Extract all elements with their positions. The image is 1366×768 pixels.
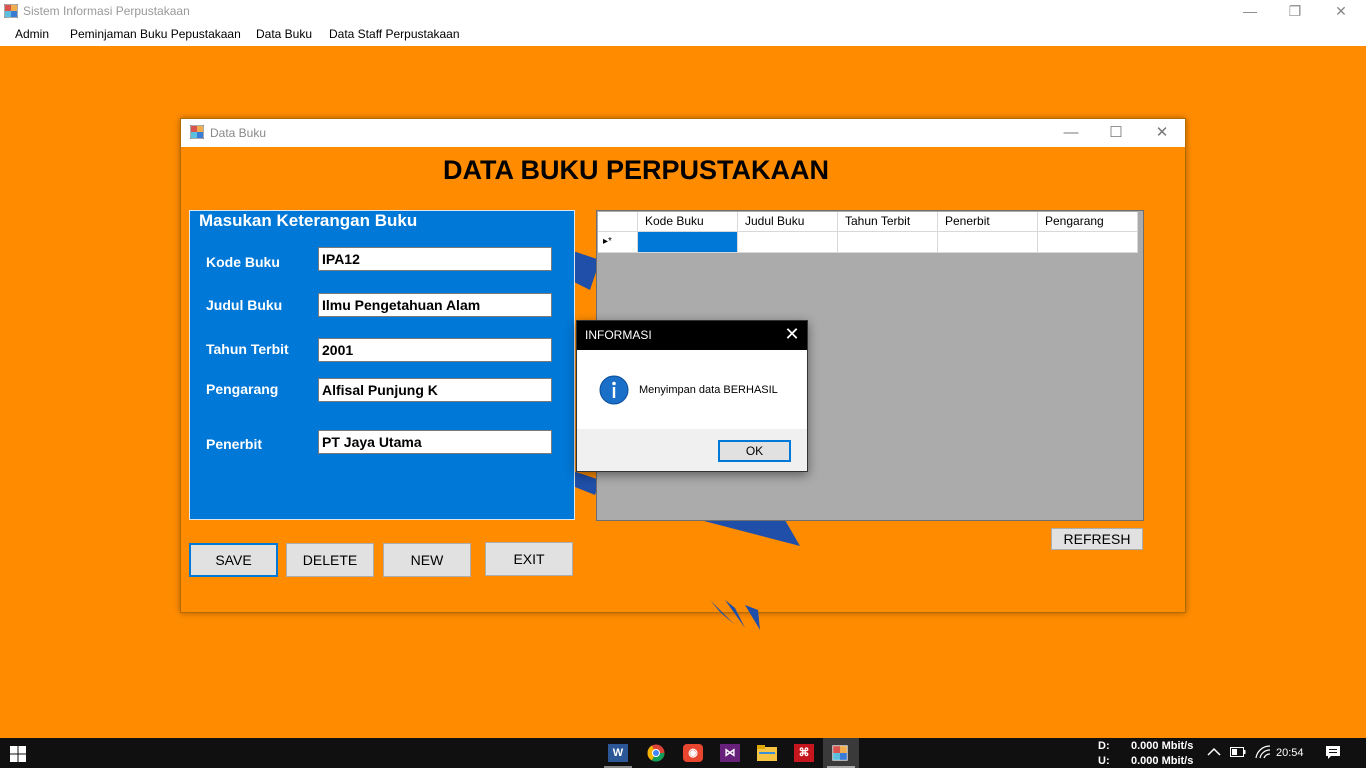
- menu-data-buku[interactable]: Data Buku: [256, 27, 312, 41]
- info-icon: [599, 375, 629, 405]
- acrobat-icon[interactable]: ⌘: [794, 744, 814, 762]
- net-up-speed: 0.000 Mbit/s: [1131, 755, 1194, 767]
- child-minimize-button[interactable]: —: [1048, 119, 1094, 147]
- taskbar-clock[interactable]: 20:54: [1276, 747, 1304, 759]
- grid-new-row-header[interactable]: ▸*: [598, 232, 638, 253]
- restore-button[interactable]: ❐: [1272, 0, 1318, 23]
- app-red-icon[interactable]: ◉: [683, 744, 703, 762]
- child-titlebar: [181, 119, 1185, 147]
- grid-header-tahun-terbit[interactable]: Tahun Terbit: [838, 212, 938, 232]
- groupbox-title: Masukan Keterangan Buku: [197, 211, 420, 231]
- grid-cell-kode-buku[interactable]: [638, 232, 738, 253]
- dialog-close-icon[interactable]: ✕: [782, 324, 802, 345]
- menu-admin[interactable]: Admin: [15, 27, 49, 41]
- delete-button[interactable]: DELETE: [286, 543, 374, 577]
- child-close-button[interactable]: ✕: [1139, 119, 1185, 147]
- save-button[interactable]: SAVE: [189, 543, 278, 577]
- penerbit-input[interactable]: PT Jaya Utama: [318, 430, 552, 454]
- page-title: DATA BUKU PERPUSTAKAAN: [443, 155, 829, 185]
- label-kode-buku: Kode Buku: [206, 254, 280, 270]
- minimize-button[interactable]: —: [1227, 0, 1273, 23]
- visual-studio-icon[interactable]: ⋈: [720, 744, 740, 762]
- menu-data-staff[interactable]: Data Staff Perpustakaan: [329, 27, 460, 41]
- label-penerbit: Penerbit: [206, 436, 263, 452]
- pengarang-input[interactable]: Alfisal Punjung K: [318, 378, 552, 402]
- grid-cell-tahun-terbit[interactable]: [838, 232, 938, 253]
- grid-cell-judul-buku[interactable]: [738, 232, 838, 253]
- child-window-icon: [190, 125, 204, 139]
- chevron-up-icon[interactable]: [1207, 747, 1221, 757]
- exit-button[interactable]: EXIT: [485, 542, 573, 576]
- dialog-title: INFORMASI: [585, 328, 652, 342]
- menu-peminjaman[interactable]: Peminjaman Buku Pepustakaan: [70, 27, 241, 41]
- label-pengarang: Pengarang: [206, 381, 279, 397]
- net-up-label: U:: [1098, 755, 1110, 767]
- refresh-button[interactable]: REFRESH: [1051, 528, 1143, 550]
- dialog-message: Menyimpan data BERHASIL: [639, 384, 778, 396]
- main-titlebar: [0, 0, 1366, 23]
- battery-icon[interactable]: [1230, 747, 1246, 757]
- app-icon: [4, 4, 18, 18]
- windows-start-icon[interactable]: [10, 746, 26, 762]
- grid-cell-pengarang[interactable]: [1038, 232, 1138, 253]
- new-button[interactable]: NEW: [383, 543, 471, 577]
- child-maximize-button[interactable]: ☐: [1093, 119, 1139, 147]
- action-center-icon[interactable]: [1325, 745, 1341, 760]
- word-icon[interactable]: W: [608, 744, 628, 762]
- chrome-icon[interactable]: [647, 744, 665, 762]
- grid-header-judul-buku[interactable]: Judul Buku: [738, 212, 838, 232]
- app-title: Sistem Informasi Perpustakaan: [23, 4, 190, 18]
- file-explorer-icon[interactable]: [757, 745, 777, 761]
- child-window-title: Data Buku: [210, 126, 267, 140]
- winforms-app-icon[interactable]: [832, 745, 848, 761]
- net-down-label: D:: [1098, 740, 1110, 752]
- close-button[interactable]: ✕: [1318, 0, 1364, 23]
- ok-button[interactable]: OK: [718, 440, 791, 462]
- grid-header-penerbit[interactable]: Penerbit: [938, 212, 1038, 232]
- net-down-speed: 0.000 Mbit/s: [1131, 740, 1194, 752]
- grid-corner-header[interactable]: [598, 212, 638, 232]
- judul-buku-input[interactable]: Ilmu Pengetahuan Alam: [318, 293, 552, 317]
- grid-header-pengarang[interactable]: Pengarang: [1038, 212, 1138, 232]
- grid-cell-penerbit[interactable]: [938, 232, 1038, 253]
- wifi-icon[interactable]: [1255, 745, 1271, 759]
- label-judul-buku: Judul Buku: [206, 297, 283, 313]
- label-tahun-terbit: Tahun Terbit: [206, 341, 289, 357]
- grid-header-kode-buku[interactable]: Kode Buku: [638, 212, 738, 232]
- kode-buku-input[interactable]: IPA12: [318, 247, 552, 271]
- tahun-terbit-input[interactable]: 2001: [318, 338, 552, 362]
